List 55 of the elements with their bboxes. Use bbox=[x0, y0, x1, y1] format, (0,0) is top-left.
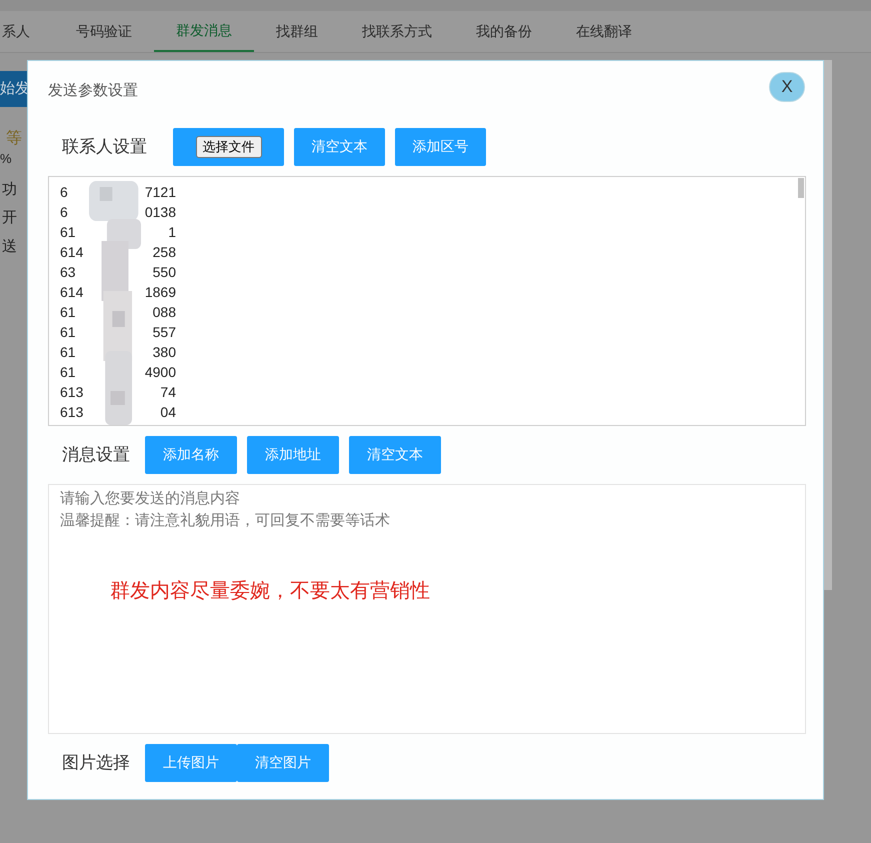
action-button[interactable]: 添加名称 bbox=[145, 436, 237, 474]
number-start: 6 bbox=[60, 203, 69, 222]
tab[interactable]: 我的备份 bbox=[454, 11, 554, 52]
page-scrollbar[interactable] bbox=[824, 60, 832, 590]
contacts-field[interactable]: 6 7121 6 0138 61 1 614 258 63 550 614 1869 61 088 61 557 61 380 61 4900 613 74 613 04 bbox=[48, 176, 806, 426]
placeholder-text: 温馨提醒：请注意礼貌用语，可回复不需要等话术 bbox=[60, 510, 390, 530]
close-button[interactable]: X bbox=[769, 72, 805, 102]
tab[interactable]: 找联系方式 bbox=[340, 11, 454, 52]
scrollbar-thumb[interactable] bbox=[798, 178, 804, 198]
log-line: 功 bbox=[2, 180, 17, 200]
placeholder-text: 请输入您要发送的消息内容 bbox=[60, 488, 240, 508]
tab[interactable]: 在线翻译 bbox=[554, 11, 654, 52]
tab[interactable]: 号码验证 bbox=[54, 11, 154, 52]
number-end: 550 bbox=[152, 263, 176, 282]
annotation-text: 群发内容尽量委婉，不要太有营销性 bbox=[110, 578, 430, 604]
number-end: 4900 bbox=[144, 363, 176, 382]
number-start: 63 bbox=[60, 263, 77, 282]
number-start: 614 bbox=[60, 243, 84, 262]
number-start: 614 bbox=[60, 283, 84, 302]
number-start: 61 bbox=[60, 223, 77, 242]
number-end: 04 bbox=[159, 403, 176, 422]
tab[interactable]: 找群组 bbox=[254, 11, 340, 52]
action-button[interactable]: 上传图片 bbox=[145, 744, 237, 782]
number-end: 557 bbox=[152, 323, 176, 342]
action-button[interactable]: 添加区号 bbox=[395, 128, 486, 166]
dialog-title: 发送参数设置 bbox=[48, 81, 138, 101]
number-end: 258 bbox=[152, 243, 176, 262]
section-label: 联系人设置 bbox=[62, 136, 148, 158]
number-end: 088 bbox=[152, 303, 176, 322]
number-end: 1869 bbox=[144, 283, 176, 302]
number-start: 61 bbox=[60, 363, 77, 382]
number-start: 613 bbox=[60, 403, 84, 422]
section-label: 图片选择 bbox=[62, 752, 131, 774]
number-start: 61 bbox=[60, 323, 77, 342]
number-start: 6 bbox=[60, 183, 69, 202]
tab[interactable]: 系人 bbox=[0, 11, 54, 52]
action-button[interactable]: 清空文本 bbox=[349, 436, 441, 474]
number-end: 0138 bbox=[144, 203, 176, 222]
section-label: 消息设置 bbox=[62, 444, 131, 466]
number-end: 380 bbox=[152, 343, 176, 362]
action-button[interactable]: 清空文本 bbox=[294, 128, 385, 166]
action-button[interactable]: 添加地址 bbox=[247, 436, 339, 474]
log-line: 开 bbox=[2, 208, 17, 228]
number-start: 613 bbox=[60, 383, 84, 402]
number-end: 7121 bbox=[144, 183, 176, 202]
percent-text: % bbox=[0, 150, 12, 168]
action-button[interactable]: 清空图片 bbox=[237, 744, 329, 782]
number-end: 74 bbox=[159, 383, 176, 402]
number-end: 1 bbox=[167, 223, 176, 242]
choose-file-button[interactable]: 选择文件 bbox=[196, 136, 262, 158]
status-text: 等 bbox=[6, 129, 22, 149]
number-start: 61 bbox=[60, 303, 77, 322]
log-line: 送 bbox=[2, 236, 17, 256]
number-start: 61 bbox=[60, 343, 77, 362]
tab[interactable]: 群发消息 bbox=[154, 11, 254, 52]
